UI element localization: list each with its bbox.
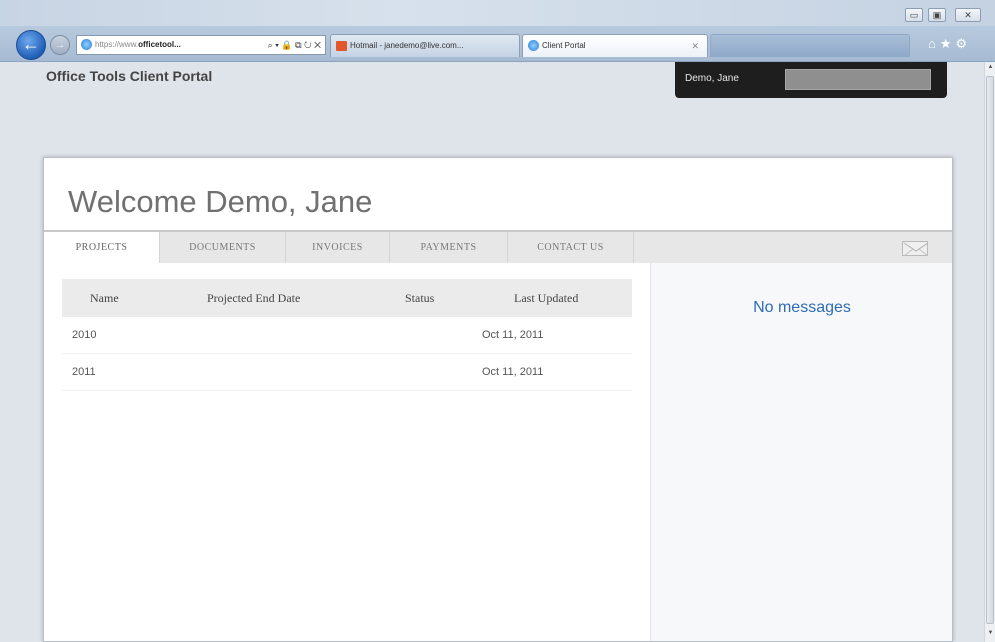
project-last-updated: Oct 11, 2011 xyxy=(482,329,544,341)
toolbar-icons[interactable]: ⌂★⚙ xyxy=(928,36,988,54)
tab-contact-us[interactable]: CONTACT US xyxy=(508,232,634,263)
scroll-up-icon[interactable]: ▲ xyxy=(986,64,995,70)
address-prefix: https://www. xyxy=(95,40,139,49)
forward-button[interactable]: → xyxy=(50,35,70,55)
tab-hotmail-title: Hotmail - janedemo@live.com... xyxy=(350,41,464,50)
column-header-name[interactable]: Name xyxy=(90,279,119,317)
new-tab-area[interactable] xyxy=(710,34,910,57)
minimize-button[interactable]: ▭ xyxy=(905,8,923,22)
maximize-button[interactable]: ▣ xyxy=(928,8,946,22)
messages-pane: No messages xyxy=(650,263,952,641)
address-bar[interactable]: https://www.officetool... ⌕ ▾ 🔒 ⧉ ↻ ✕ xyxy=(76,35,326,55)
table-header: Name Projected End Date Status Last Upda… xyxy=(62,279,632,317)
scrollbar-thumb[interactable] xyxy=(986,76,994,624)
user-bar: Demo, Jane xyxy=(675,62,947,98)
ie-site-icon xyxy=(81,39,92,51)
page-title: Welcome Demo, Jane xyxy=(68,184,373,219)
tab-invoices[interactable]: INVOICES xyxy=(286,232,390,263)
vertical-scrollbar[interactable]: ▲ ▼ xyxy=(984,62,995,642)
table-row[interactable]: 2010 Oct 11, 2011 xyxy=(62,317,632,354)
tab-payments[interactable]: PAYMENTS xyxy=(390,232,508,263)
projects-pane: Name Projected End Date Status Last Upda… xyxy=(44,263,650,641)
tab-hotmail[interactable]: Hotmail - janedemo@live.com... xyxy=(330,34,520,57)
section-tabs: PROJECTS DOCUMENTS INVOICES PAYMENTS CON… xyxy=(44,230,952,263)
tab-documents[interactable]: DOCUMENTS xyxy=(160,232,286,263)
tab-client-portal[interactable]: Client Portal ✕ xyxy=(522,34,708,57)
window-title-bar xyxy=(0,0,995,26)
project-name[interactable]: 2010 xyxy=(72,317,96,353)
user-menu-box[interactable] xyxy=(785,69,931,90)
brand-title[interactable]: Office Tools Client Portal xyxy=(46,68,212,84)
no-messages-text: No messages xyxy=(753,299,851,316)
project-last-updated: Oct 11, 2011 xyxy=(482,366,544,378)
user-name[interactable]: Demo, Jane xyxy=(685,73,739,84)
column-header-projected-end-date[interactable]: Projected End Date xyxy=(207,279,300,317)
project-name[interactable]: 2011 xyxy=(72,354,96,390)
mail-icon[interactable] xyxy=(902,241,929,257)
close-window-button[interactable]: ✕ xyxy=(955,8,981,22)
main-panel: Welcome Demo, Jane PROJECTS DOCUMENTS IN… xyxy=(43,157,953,642)
browser-chrome: ▭ ▣ ✕ ← → https://www.officetool... ⌕ ▾ … xyxy=(0,0,995,62)
hotmail-icon xyxy=(336,40,347,51)
tab-close-icon[interactable]: ✕ xyxy=(691,35,699,57)
column-header-last-updated[interactable]: Last Updated xyxy=(514,279,578,317)
tab-client-portal-title: Client Portal xyxy=(542,41,586,50)
table-row[interactable]: 2011 Oct 11, 2011 xyxy=(62,354,632,391)
tab-projects[interactable]: PROJECTS xyxy=(44,232,160,263)
ie-tab-icon xyxy=(528,40,539,52)
column-header-status[interactable]: Status xyxy=(405,279,434,317)
scroll-down-icon[interactable]: ▼ xyxy=(986,630,995,636)
address-domain: officetool... xyxy=(138,40,181,49)
back-button[interactable]: ← xyxy=(16,30,46,60)
address-controls[interactable]: ⌕ ▾ 🔒 ⧉ ↻ ✕ xyxy=(268,36,321,54)
